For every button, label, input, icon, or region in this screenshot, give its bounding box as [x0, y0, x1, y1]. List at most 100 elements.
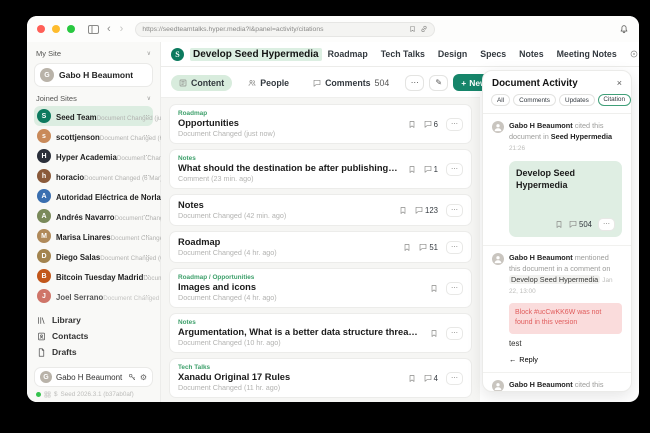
sidebar-item-marisa-linares[interactable]: M Marisa LinaresDocument Changed (6 Mar)…	[34, 226, 153, 246]
document-breadcrumb[interactable]: Notes	[178, 319, 422, 326]
more-button[interactable]: ⋯	[446, 327, 463, 340]
my-site-profile[interactable]: G Gabo H Beaumont	[34, 63, 153, 87]
nav-notes[interactable]: Notes	[519, 49, 543, 59]
more-button[interactable]: ⋯	[143, 112, 150, 120]
close-window-button[interactable]	[37, 25, 45, 33]
more-button[interactable]: ⋯	[143, 212, 150, 220]
tab-comments[interactable]: Comments 504	[305, 75, 397, 91]
filter-citation[interactable]: Citation	[598, 94, 631, 106]
library-icon	[37, 316, 46, 325]
document-breadcrumb[interactable]: Tech Talks	[178, 364, 400, 371]
document-card-roadmap[interactable]: Roadmap Document Changed (4 hr. ago) 51 …	[169, 231, 472, 263]
nav-feed[interactable]: Feed	[630, 49, 639, 59]
forward-button[interactable]: ›	[119, 24, 125, 35]
sidebar-item-scottjenson[interactable]: s scottjensonDocument Changed (6 Mar) ⋯	[34, 126, 153, 146]
more-button[interactable]: ⋯	[143, 192, 150, 200]
bookmark-icon[interactable]	[408, 120, 416, 129]
document-list[interactable]: Roadmap Opportunities Document Changed (…	[161, 97, 480, 402]
gear-icon[interactable]: ⚙	[140, 373, 147, 382]
more-button[interactable]: ⋯	[143, 152, 150, 160]
back-button[interactable]: ‹	[106, 24, 112, 35]
more-button[interactable]: ⋯	[446, 282, 463, 295]
activity-feed[interactable]: Gabo H Beaumont cited this document in S…	[483, 114, 631, 391]
nav-roadmap[interactable]: Roadmap	[328, 49, 368, 59]
page-title[interactable]: Develop Seed Hypermedia	[190, 48, 322, 61]
nav-meeting-notes[interactable]: Meeting Notes	[557, 49, 617, 59]
comment-count[interactable]: 6	[424, 120, 438, 129]
activity-target-chip[interactable]: Demo Seed	[551, 391, 594, 392]
url-bar[interactable]: https://seedteamtalks.hyper.media?l&pane…	[135, 22, 435, 37]
filter-comments[interactable]: Comments	[513, 94, 556, 106]
account-row[interactable]: G Gabo H Beaumont ⚙	[34, 367, 153, 387]
activity-target-chip[interactable]: Develop Seed Hypermedia	[509, 275, 600, 284]
document-breadcrumb[interactable]: Roadmap	[178, 110, 400, 117]
minimize-window-button[interactable]	[52, 25, 60, 33]
key-icon[interactable]	[128, 373, 136, 381]
sidebar-item-library[interactable]: Library	[34, 312, 153, 328]
document-card-images-and-icons[interactable]: Roadmap / Opportunities Images and icons…	[169, 268, 472, 308]
more-button[interactable]: ⋯	[446, 118, 463, 131]
my-site-section[interactable]: My Site ∨	[36, 49, 151, 58]
filter-all[interactable]: All	[491, 94, 510, 106]
close-icon[interactable]: ×	[617, 79, 622, 88]
more-button[interactable]: ⋯	[143, 232, 150, 240]
options-button[interactable]: ⋯	[405, 75, 424, 91]
more-button[interactable]: ⋯	[446, 241, 463, 254]
bookmark-icon[interactable]	[430, 284, 438, 293]
copy-link-icon[interactable]	[420, 25, 428, 33]
tab-people[interactable]: People	[240, 75, 297, 91]
document-card-xanadu[interactable]: Tech Talks Xanadu Original 17 Rules Docu…	[169, 358, 472, 398]
sidebar-item-autoridad-electrica[interactable]: A Autoridad Eléctrica de Norlandia ...Do…	[34, 186, 153, 206]
bookmark-icon[interactable]	[403, 243, 411, 252]
filter-updates[interactable]: Updates	[559, 94, 595, 106]
sidebar-item-diego-salas[interactable]: D Diego SalasDocument Changed (6 Mar) ⋯	[34, 246, 153, 266]
more-button[interactable]: ⋯	[446, 372, 463, 385]
comment-count[interactable]: 4	[424, 374, 438, 383]
sidebar-item-joel-serrano[interactable]: J Joel SerranoDocument Changed ⋯	[34, 286, 153, 306]
sidebar-item-horacio[interactable]: h horacioDocument Changed (6 Mar) ⋯	[34, 166, 153, 186]
site-name: Hyper Academia	[56, 153, 117, 162]
more-button[interactable]: ⋯	[143, 272, 150, 280]
zoom-window-button[interactable]	[67, 25, 75, 33]
document-breadcrumb[interactable]: Notes	[178, 155, 400, 162]
bookmark-icon[interactable]	[408, 374, 416, 383]
tab-content[interactable]: Content	[171, 75, 232, 91]
more-button[interactable]: ⋯	[598, 218, 615, 231]
sidebar-toggle-icon[interactable]	[88, 25, 99, 34]
sidebar-item-seed-team[interactable]: S Seed TeamDocument Changed (just now) ⋯	[34, 106, 153, 126]
bookmark-icon[interactable]	[555, 220, 563, 229]
comment-count[interactable]: 123	[415, 206, 438, 215]
site-avatar: S	[37, 109, 51, 123]
notifications-bell-icon[interactable]	[619, 24, 629, 34]
sidebar-item-bitcoin-tuesday-madrid[interactable]: B Bitcoin Tuesday MadridDocument Changed…	[34, 266, 153, 286]
edit-button[interactable]: ✎	[429, 75, 448, 91]
reply-button[interactable]: ← Reply	[509, 355, 622, 364]
more-button[interactable]: ⋯	[446, 204, 463, 217]
bookmark-icon[interactable]	[408, 165, 416, 174]
comment-count[interactable]: 1	[424, 165, 438, 174]
cited-document-card[interactable]: Develop Seed Hypermedia 504 ⋯	[509, 161, 622, 237]
comment-count[interactable]: 51	[419, 243, 438, 252]
bookmark-icon[interactable]	[430, 329, 438, 338]
document-card-opportunities[interactable]: Roadmap Opportunities Document Changed (…	[169, 104, 472, 144]
bookmark-icon[interactable]	[399, 206, 407, 215]
nav-tech-talks[interactable]: Tech Talks	[381, 49, 425, 59]
more-button[interactable]: ⋯	[143, 172, 150, 180]
sidebar-item-andres-navarro[interactable]: A Andrés NavarroDocument Changed (6 Mar)…	[34, 206, 153, 226]
sidebar-item-drafts[interactable]: Drafts	[34, 344, 153, 360]
more-button[interactable]: ⋯	[143, 292, 150, 300]
document-breadcrumb[interactable]: Roadmap / Opportunities	[178, 274, 422, 281]
document-card-notes[interactable]: Notes Document Changed (42 min. ago) 123…	[169, 194, 472, 226]
sidebar-item-hyper-academia[interactable]: H Hyper AcademiaDocument Changed (6 Mar)…	[34, 146, 153, 166]
bookmark-icon[interactable]	[409, 25, 416, 33]
sidebar-item-contacts[interactable]: Contacts	[34, 328, 153, 344]
more-button[interactable]: ⋯	[143, 132, 150, 140]
joined-sites-section[interactable]: Joined Sites ∨	[36, 94, 151, 103]
more-button[interactable]: ⋯	[446, 163, 463, 176]
document-card-destination-question[interactable]: Notes What should the destination be aft…	[169, 149, 472, 189]
nav-design[interactable]: Design	[438, 49, 467, 59]
more-button[interactable]: ⋯	[143, 252, 150, 260]
comment-count[interactable]: 504	[569, 220, 592, 229]
document-card-argumentation[interactable]: Notes Argumentation, What is a better da…	[169, 313, 472, 353]
nav-specs[interactable]: Specs	[480, 49, 506, 59]
